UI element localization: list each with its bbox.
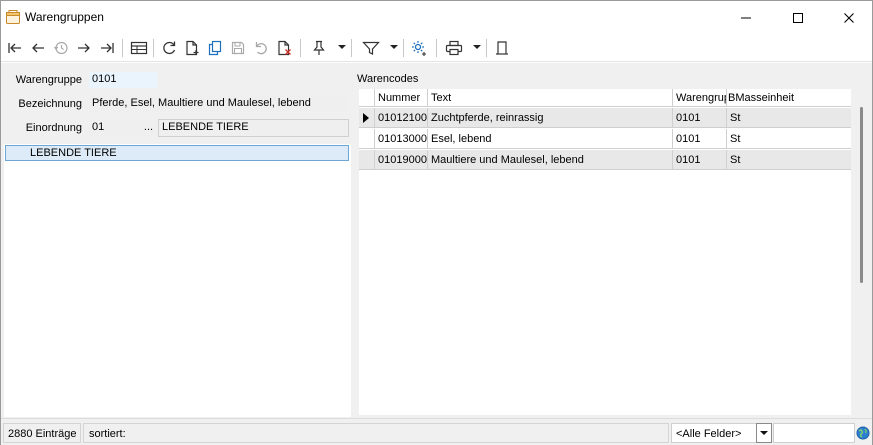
toolbar-separator	[300, 39, 301, 57]
cell-text[interactable]: Zuchtpferde, reinrassig	[428, 108, 673, 128]
globe-icon[interactable]	[856, 426, 870, 440]
search-input[interactable]	[773, 423, 855, 443]
next-record-icon[interactable]	[73, 37, 95, 59]
toolbar-separator	[153, 39, 154, 57]
status-bar: 2880 Einträge sortiert: <Alle Felder>	[1, 418, 872, 445]
warengruppe-label: Warengruppe	[15, 74, 82, 86]
cell-nummer[interactable]: 01013000	[375, 129, 428, 149]
cell-einheit[interactable]: St	[727, 108, 851, 128]
table-row[interactable]: 01019000 Maultiere und Maulesel, lebend …	[359, 150, 851, 170]
cell-nummer[interactable]: 01012100	[375, 108, 428, 128]
toolbar-separator	[486, 39, 487, 57]
filter-icon[interactable]	[360, 37, 382, 59]
warencodes-title: Warencodes	[357, 73, 419, 85]
record-count: 2880 Einträge	[3, 423, 81, 443]
row-indicator	[359, 150, 375, 170]
pin-dropdown-icon[interactable]	[338, 45, 346, 49]
refresh-icon[interactable]	[158, 37, 180, 59]
table-row[interactable]: 01013000 Esel, lebend 0101 St	[359, 129, 851, 149]
copy-icon[interactable]	[204, 37, 226, 59]
previous-record-icon[interactable]	[27, 37, 49, 59]
toolbar-separator	[122, 39, 123, 57]
save-icon[interactable]	[227, 37, 249, 59]
cell-text[interactable]: Esel, lebend	[428, 129, 673, 149]
close-button[interactable]	[826, 1, 872, 34]
scrollbar-thumb[interactable]	[860, 107, 863, 283]
row-indicator-header	[359, 89, 375, 107]
minimize-button[interactable]	[723, 1, 769, 34]
grid-header: Nummer Text Warengruppe BMasseinheit	[359, 89, 851, 107]
row-indicator	[359, 108, 375, 128]
undo-icon[interactable]	[250, 37, 272, 59]
warencodes-grid: Nummer Text Warengruppe BMasseinheit 010…	[359, 89, 851, 415]
window-title: Warengruppen	[25, 10, 104, 24]
app-window: Warengruppen Warengruppe 0101 Bezeichnun…	[0, 0, 873, 445]
cell-warengruppe[interactable]: 0101	[673, 150, 727, 170]
print-icon[interactable]	[443, 37, 465, 59]
einordnung-text-field: LEBENDE TIERE	[158, 119, 349, 137]
page-layout-icon[interactable]	[491, 37, 513, 59]
einordnung-lookup-button[interactable]: ...	[140, 120, 157, 136]
cell-warengruppe[interactable]: 0101	[673, 129, 727, 149]
column-header-nummer[interactable]: Nummer	[375, 89, 428, 107]
toolbar-separator	[403, 39, 404, 57]
einordnung-label: Einordnung	[25, 122, 82, 134]
first-record-icon[interactable]	[4, 37, 26, 59]
einordnung-field[interactable]: 01	[89, 120, 139, 136]
cell-einheit[interactable]: St	[727, 129, 851, 149]
delete-document-icon[interactable]	[273, 37, 295, 59]
maximize-button[interactable]	[775, 1, 821, 34]
toolbar-separator	[351, 39, 352, 57]
new-document-icon[interactable]	[181, 37, 203, 59]
settings-icon[interactable]	[408, 37, 430, 59]
sort-status: sortiert:	[83, 423, 669, 443]
app-window-icon	[5, 9, 21, 25]
toolbar	[1, 34, 872, 62]
bezeichnung-label: Bezeichnung	[18, 98, 82, 110]
column-header-text[interactable]: Text	[428, 89, 673, 107]
chevron-down-icon	[760, 431, 768, 435]
last-record-icon[interactable]	[96, 37, 118, 59]
bezeichnung-field[interactable]: Pferde, Esel, Maultiere und Maulesel, le…	[89, 96, 349, 112]
cell-text[interactable]: Maultiere und Maulesel, lebend	[428, 150, 673, 170]
current-row-arrow-icon	[363, 113, 369, 123]
tree-item-lebende-tiere[interactable]: LEBENDE TIERE	[5, 145, 349, 161]
cell-nummer[interactable]: 01019000	[375, 150, 428, 170]
table-view-icon[interactable]	[128, 37, 150, 59]
field-select-dropdown-button[interactable]	[756, 423, 772, 443]
warengruppe-field[interactable]: 0101	[89, 72, 157, 88]
column-header-warengruppe[interactable]: Warengruppe	[673, 89, 727, 107]
field-select[interactable]: <Alle Felder>	[671, 423, 757, 443]
table-row[interactable]: 01012100 Zuchtpferde, reinrassig 0101 St	[359, 108, 851, 128]
toolbar-separator	[436, 39, 437, 57]
row-indicator	[359, 129, 375, 149]
cell-einheit[interactable]: St	[727, 150, 851, 170]
pin-icon[interactable]	[308, 37, 330, 59]
title-bar: Warengruppen	[1, 1, 872, 34]
print-dropdown-icon[interactable]	[473, 45, 481, 49]
grid-vertical-scrollbar[interactable]	[853, 89, 871, 415]
cell-warengruppe[interactable]: 0101	[673, 108, 727, 128]
column-header-bmasseinheit[interactable]: BMasseinheit	[727, 89, 851, 107]
tree-panel	[4, 144, 351, 417]
filter-dropdown-icon[interactable]	[390, 45, 398, 49]
history-icon[interactable]	[50, 37, 72, 59]
